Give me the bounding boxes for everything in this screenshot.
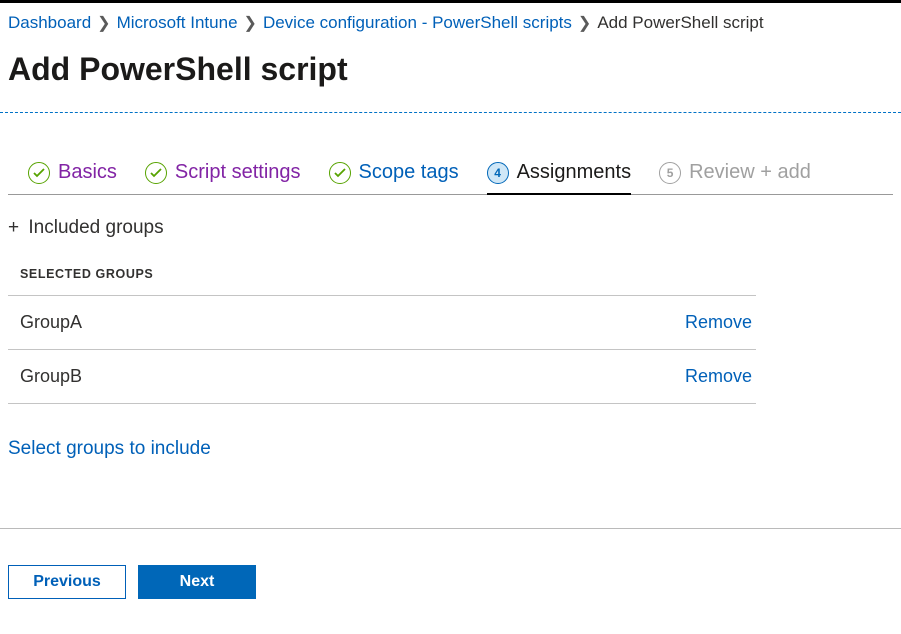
breadcrumb-current: Add PowerShell script	[597, 13, 763, 33]
chevron-right-icon: ❯	[244, 13, 257, 33]
included-groups-toggle[interactable]: + Included groups	[8, 217, 893, 267]
tab-assignments[interactable]: 4 Assignments	[487, 161, 632, 194]
selected-groups-table: GroupA Remove GroupB Remove	[8, 295, 756, 404]
tab-basics[interactable]: Basics	[28, 161, 117, 194]
breadcrumb-dashboard[interactable]: Dashboard	[8, 13, 91, 33]
select-groups-link[interactable]: Select groups to include	[8, 404, 211, 460]
breadcrumb-intune[interactable]: Microsoft Intune	[117, 13, 238, 33]
remove-group-link[interactable]: Remove	[685, 312, 752, 333]
tab-review-add[interactable]: 5 Review + add	[659, 161, 811, 194]
tab-label: Review + add	[689, 161, 811, 184]
tab-label: Script settings	[175, 161, 301, 184]
tab-scope-tags[interactable]: Scope tags	[329, 161, 459, 194]
group-row: GroupA Remove	[8, 296, 756, 350]
previous-button[interactable]: Previous	[8, 565, 126, 599]
page-title: Add PowerShell script	[0, 39, 901, 112]
breadcrumb-device-config[interactable]: Device configuration - PowerShell script…	[263, 13, 572, 33]
wizard-footer: Previous Next	[0, 529, 901, 623]
check-circle-icon	[28, 162, 50, 184]
remove-group-link[interactable]: Remove	[685, 366, 752, 387]
tab-script-settings[interactable]: Script settings	[145, 161, 301, 194]
assignments-section: + Included groups SELECTED GROUPS GroupA…	[0, 195, 901, 460]
tab-label: Basics	[58, 161, 117, 184]
group-name: GroupA	[20, 312, 82, 333]
included-groups-label: Included groups	[28, 217, 163, 238]
next-button[interactable]: Next	[138, 565, 256, 599]
selected-groups-heading: SELECTED GROUPS	[8, 267, 893, 295]
chevron-right-icon: ❯	[97, 13, 110, 33]
tab-label: Assignments	[517, 161, 632, 184]
chevron-right-icon: ❯	[578, 13, 591, 33]
breadcrumb: Dashboard ❯ Microsoft Intune ❯ Device co…	[0, 3, 901, 39]
tab-label: Scope tags	[359, 161, 459, 184]
step-number-icon: 4	[487, 162, 509, 184]
check-circle-icon	[145, 162, 167, 184]
wizard-tabs: Basics Script settings Scope tags 4 Assi…	[8, 113, 893, 195]
check-circle-icon	[329, 162, 351, 184]
group-name: GroupB	[20, 366, 82, 387]
plus-icon: +	[8, 217, 19, 238]
group-row: GroupB Remove	[8, 350, 756, 404]
step-number-icon: 5	[659, 162, 681, 184]
